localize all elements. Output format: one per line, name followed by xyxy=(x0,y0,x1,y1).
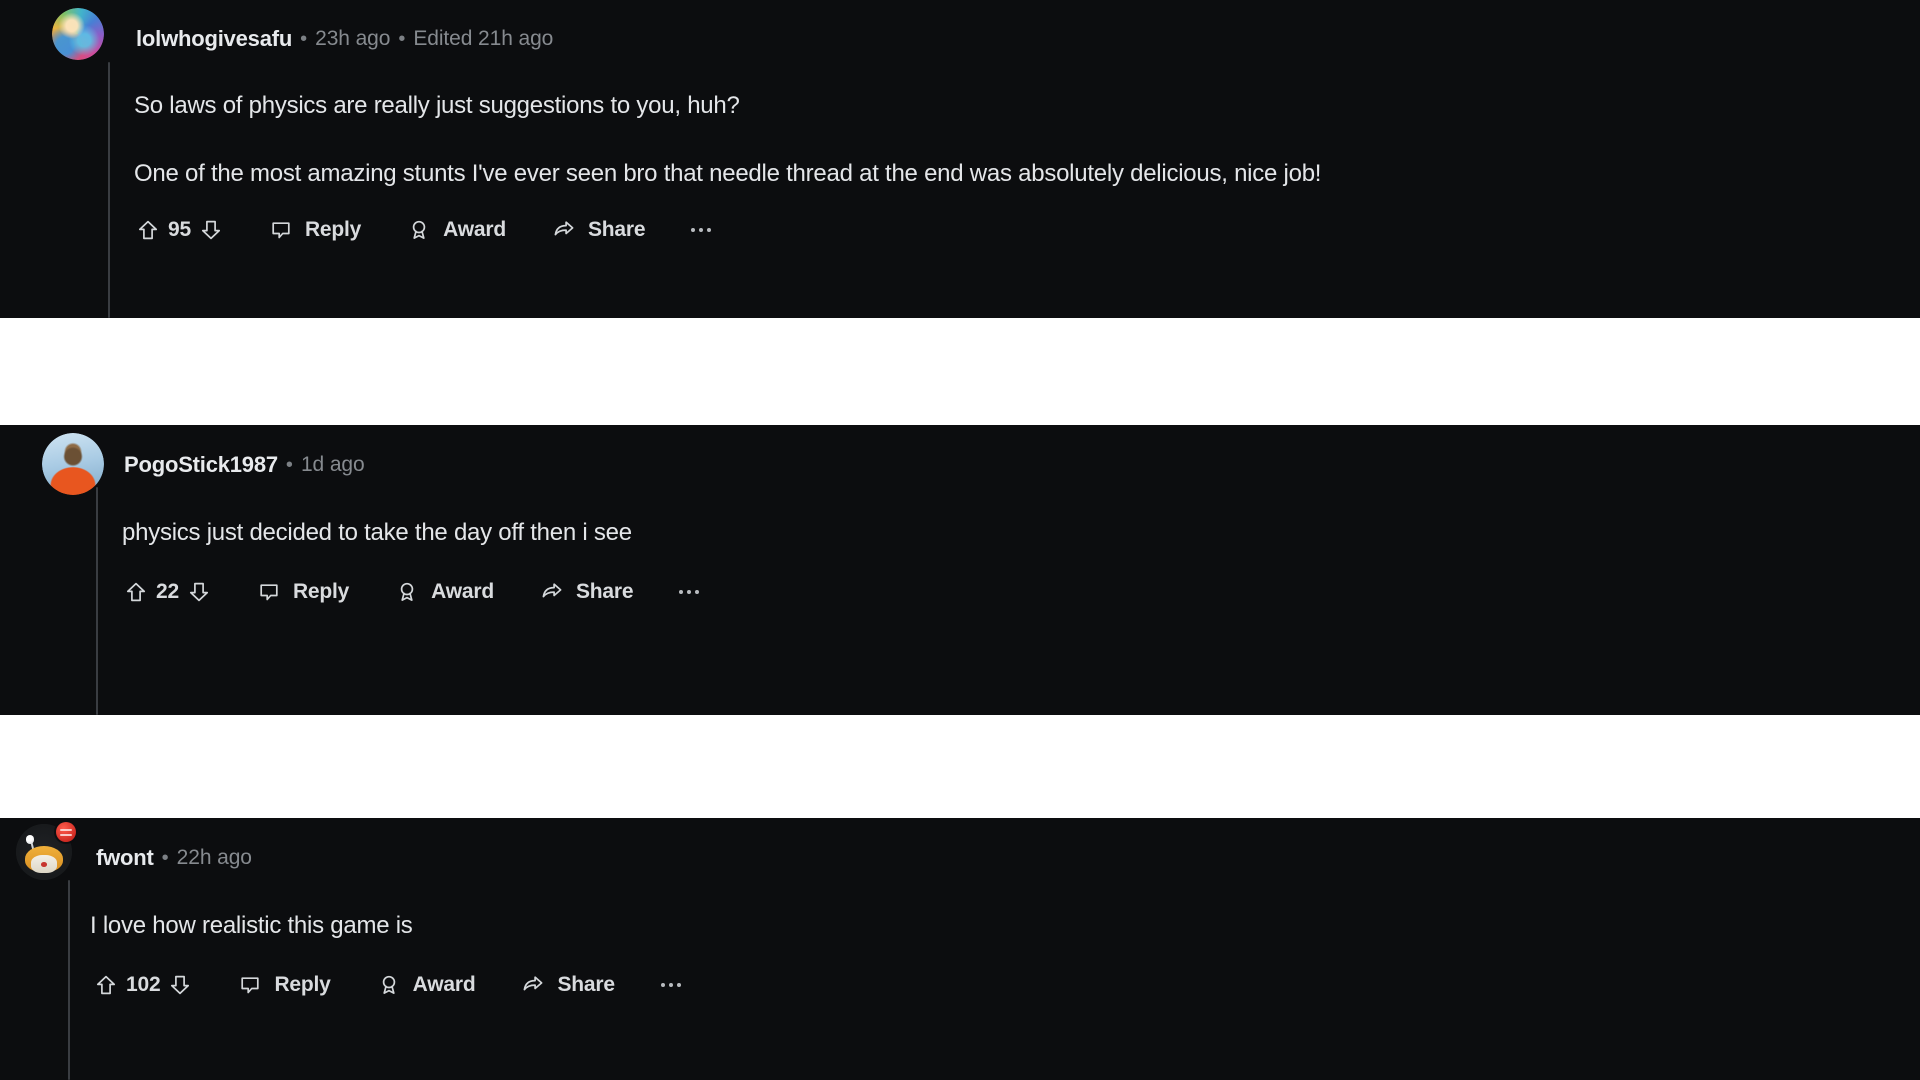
meta-separator: • xyxy=(285,454,293,476)
comment-timestamp: 22h ago xyxy=(176,846,252,869)
meta-separator: • xyxy=(161,847,169,869)
reply-label: Reply xyxy=(274,973,331,996)
ellipsis-dot xyxy=(707,228,712,232)
ellipsis-dot xyxy=(660,983,665,987)
downvote-arrow-icon[interactable] xyxy=(199,218,223,242)
comment-card: lolwhogivesafu • 23h ago • Edited 21h ag… xyxy=(0,0,1920,318)
comment-thread-page: lolwhogivesafu • 23h ago • Edited 21h ag… xyxy=(0,0,1920,1080)
share-button[interactable]: Share xyxy=(552,218,646,242)
downvote-arrow-icon[interactable] xyxy=(168,973,192,997)
vote-group: 22 xyxy=(124,580,211,604)
reply-button[interactable]: Reply xyxy=(269,218,361,242)
author-name[interactable]: lolwhogivesafu xyxy=(136,26,292,52)
vote-group: 102 xyxy=(94,973,192,997)
reply-button[interactable]: Reply xyxy=(238,973,331,997)
comment-card: fwont • 22h ago I love how realistic thi… xyxy=(0,818,1920,1080)
ellipsis-dot xyxy=(679,590,684,594)
reply-button[interactable]: Reply xyxy=(257,580,349,604)
award-ribbon-icon xyxy=(395,580,419,604)
vote-count: 95 xyxy=(168,218,191,241)
award-button[interactable]: Award xyxy=(407,218,506,242)
comment-bubble-icon xyxy=(238,973,262,997)
snoo-mouth xyxy=(40,861,48,867)
comment-timestamp: 23h ago xyxy=(315,27,391,50)
share-arrow-icon xyxy=(552,218,576,242)
comment-header: lolwhogivesafu • 23h ago • Edited 21h ag… xyxy=(136,26,553,52)
comment-paragraph: So laws of physics are really just sugge… xyxy=(134,92,740,119)
thread-collapse-line[interactable] xyxy=(108,62,110,318)
award-label: Award xyxy=(412,973,476,996)
comment-action-bar: 22 Reply Award Share xyxy=(124,580,700,604)
vote-count: 22 xyxy=(156,580,179,603)
upvote-arrow-icon[interactable] xyxy=(94,973,118,997)
comment-paragraph: One of the most amazing stunts I've ever… xyxy=(134,160,1322,188)
award-button[interactable]: Award xyxy=(395,580,494,604)
comment-bubble-icon xyxy=(257,580,281,604)
award-label: Award xyxy=(443,218,506,241)
meta-separator: • xyxy=(300,28,308,50)
avatar[interactable] xyxy=(42,433,104,495)
ellipsis-dot xyxy=(676,983,681,987)
more-options-ellipsis-icon[interactable] xyxy=(660,983,681,987)
author-name[interactable]: fwont xyxy=(96,845,154,871)
award-ribbon-icon xyxy=(407,218,431,242)
comment-header: fwont • 22h ago xyxy=(96,845,252,871)
share-label: Share xyxy=(557,973,615,996)
award-label: Award xyxy=(431,580,494,603)
meta-separator: • xyxy=(398,28,406,50)
ellipsis-dot xyxy=(699,228,704,232)
comment-edited-timestamp: Edited 21h ago xyxy=(413,27,554,50)
comment-header: PogoStick1987 • 1d ago xyxy=(124,452,365,478)
share-label: Share xyxy=(587,218,646,241)
award-button[interactable]: Award xyxy=(377,973,476,997)
comment-action-bar: 102 Reply Award Share xyxy=(94,973,681,997)
ellipsis-dot xyxy=(668,983,673,987)
snoo-antenna-ball-icon xyxy=(25,834,35,844)
ellipsis-dot xyxy=(687,590,692,594)
avatar[interactable] xyxy=(52,8,104,60)
share-arrow-icon xyxy=(521,973,545,997)
avatar-image xyxy=(42,433,104,495)
comment-card: PogoStick1987 • 1d ago physics just deci… xyxy=(0,425,1920,715)
downvote-arrow-icon[interactable] xyxy=(187,580,211,604)
comment-body: physics just decided to take the day off… xyxy=(122,517,632,549)
comment-action-bar: 95 Reply Award Share xyxy=(136,218,712,242)
thread-collapse-line[interactable] xyxy=(68,880,70,1080)
share-label: Share xyxy=(575,580,634,603)
share-button[interactable]: Share xyxy=(521,973,615,997)
upvote-arrow-icon[interactable] xyxy=(136,218,160,242)
reply-label: Reply xyxy=(292,580,350,603)
comment-paragraph: physics just decided to take the day off… xyxy=(122,519,632,546)
more-options-ellipsis-icon[interactable] xyxy=(679,590,700,594)
author-name[interactable]: PogoStick1987 xyxy=(124,452,278,478)
upvote-arrow-icon[interactable] xyxy=(124,580,148,604)
share-arrow-icon xyxy=(540,580,564,604)
vote-count: 102 xyxy=(126,973,161,996)
comment-paragraph: I love how realistic this game is xyxy=(90,912,413,939)
share-button[interactable]: Share xyxy=(540,580,634,604)
vote-group: 95 xyxy=(136,218,223,242)
comment-timestamp: 1d ago xyxy=(300,453,365,476)
reply-label: Reply xyxy=(304,218,362,241)
ellipsis-dot xyxy=(691,228,696,232)
avatar-notification-badge-icon xyxy=(56,822,76,842)
award-ribbon-icon xyxy=(377,973,401,997)
comment-body: I love how realistic this game is xyxy=(90,910,413,942)
comment-bubble-icon xyxy=(269,218,293,242)
more-options-ellipsis-icon[interactable] xyxy=(691,228,712,232)
comment-body: So laws of physics are really just sugge… xyxy=(134,90,1321,190)
ellipsis-dot xyxy=(695,590,700,594)
thread-collapse-line[interactable] xyxy=(96,487,98,715)
avatar-image xyxy=(52,8,104,60)
